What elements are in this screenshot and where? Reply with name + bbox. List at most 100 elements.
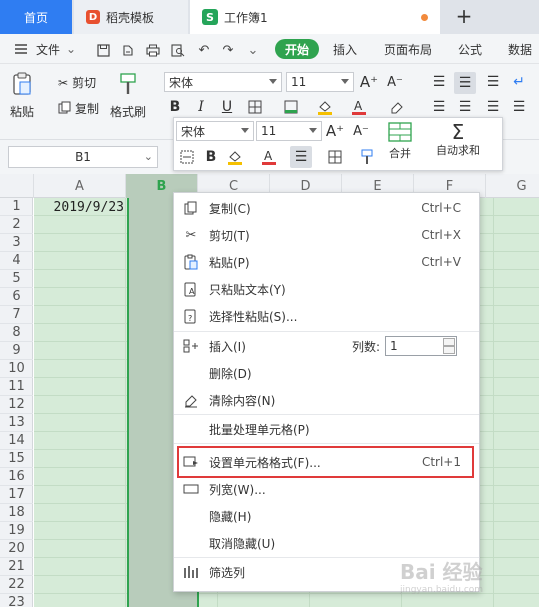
ctx-paste-special[interactable]: ? 选择性粘贴(S)... <box>174 303 479 329</box>
column-header-a[interactable]: A <box>34 174 126 198</box>
spin-down-icon[interactable] <box>443 346 455 354</box>
row-header[interactable]: 23 <box>0 594 33 607</box>
column-header-g[interactable]: G <box>486 174 539 198</box>
paste-icon <box>11 72 33 99</box>
ctx-copy[interactable]: 复制(C) Ctrl+C <box>174 195 479 221</box>
row-header[interactable]: 5 <box>0 270 33 288</box>
spin-up-icon[interactable] <box>443 338 455 346</box>
fill-color-icon[interactable] <box>226 148 244 166</box>
mini-font-family-select[interactable]: 宋体 <box>176 121 254 141</box>
ctx-column-width[interactable]: 列宽(W)... <box>174 476 479 502</box>
undo-icon[interactable]: ↶ <box>197 43 211 58</box>
align-middle-icon[interactable]: ☰ <box>454 72 476 94</box>
italic-button[interactable]: I <box>192 98 210 116</box>
menu-tab-formulas[interactable]: 公式 <box>458 39 482 59</box>
hamburger-menu-icon[interactable] <box>14 39 28 59</box>
row-header[interactable]: 16 <box>0 468 33 486</box>
new-tab-button[interactable]: + <box>452 4 476 28</box>
ctx-delete[interactable]: 删除(D) <box>174 360 479 386</box>
row-header[interactable]: 15 <box>0 450 33 468</box>
export-icon[interactable] <box>120 43 134 57</box>
borders-icon[interactable] <box>326 148 344 166</box>
print-icon[interactable] <box>146 43 160 57</box>
justify-icon[interactable]: ☰ <box>510 98 528 116</box>
copy-button[interactable]: 复制 <box>58 100 99 117</box>
columns-count-input[interactable]: 1 <box>385 336 457 356</box>
wrap-text-icon[interactable]: ↵ <box>510 73 528 91</box>
mini-toolbar: 宋体 11 A⁺ A⁻ B A ☰ 合并 Σ 自动求和 <box>173 117 503 171</box>
name-box[interactable]: B1 ⌄ <box>8 146 158 168</box>
row-header[interactable]: 14 <box>0 432 33 450</box>
align-middle-icon[interactable]: ☰ <box>290 146 312 168</box>
underline-button[interactable]: U <box>218 98 236 116</box>
tab-docer-templates[interactable]: D 稻壳模板 <box>74 0 188 34</box>
save-icon[interactable] <box>96 43 110 57</box>
ctx-paste[interactable]: 粘贴(P) Ctrl+V <box>174 249 479 275</box>
increase-font-icon[interactable]: A⁺ <box>360 73 378 91</box>
row-header[interactable]: 6 <box>0 288 33 306</box>
row-header[interactable]: 9 <box>0 342 33 360</box>
increase-font-icon[interactable]: A⁺ <box>326 122 344 140</box>
align-bottom-icon[interactable]: ☰ <box>484 73 502 91</box>
borders-icon[interactable] <box>246 98 264 116</box>
cell-a1[interactable]: 2019/9/23 <box>34 198 126 216</box>
row-header[interactable]: 3 <box>0 234 33 252</box>
tab-workbook[interactable]: S 工作簿1 <box>190 0 440 34</box>
ctx-clear-contents[interactable]: 清除内容(N) <box>174 387 479 413</box>
redo-icon[interactable]: ↷ <box>221 43 235 58</box>
clear-format-icon[interactable] <box>388 98 406 116</box>
menu-tab-insert[interactable]: 插入 <box>333 39 357 59</box>
bold-button[interactable]: B <box>166 98 184 116</box>
cut-button[interactable]: ✂ 剪切 <box>58 74 96 91</box>
fill-color-icon[interactable] <box>316 98 334 116</box>
autosum-button[interactable]: Σ 自动求和 <box>436 122 480 158</box>
row-header[interactable]: 2 <box>0 216 33 234</box>
print-preview-icon[interactable] <box>171 43 185 57</box>
decrease-font-icon[interactable]: A⁻ <box>352 122 370 140</box>
font-family-select[interactable]: 宋体 <box>164 72 282 92</box>
row-header[interactable]: 17 <box>0 486 33 504</box>
menu-tab-home[interactable]: 开始 <box>275 39 319 59</box>
mini-bold-button[interactable]: B <box>202 148 220 166</box>
file-menu[interactable]: 文件 ⌄ <box>36 39 76 59</box>
row-header[interactable]: 18 <box>0 504 33 522</box>
cell-style-icon[interactable] <box>282 98 300 116</box>
select-all-corner[interactable] <box>0 174 34 198</box>
ctx-hide[interactable]: 隐藏(H) <box>174 503 479 529</box>
row-header[interactable]: 10 <box>0 360 33 378</box>
ctx-paste-text-only[interactable]: A 只粘贴文本(Y) <box>174 276 479 302</box>
menu-tab-data[interactable]: 数据 <box>508 39 532 59</box>
ctx-batch-process[interactable]: 批量处理单元格(P) <box>174 416 479 442</box>
align-center-icon[interactable]: ☰ <box>456 98 474 116</box>
row-header[interactable]: 1 <box>0 198 33 216</box>
row-header[interactable]: 20 <box>0 540 33 558</box>
font-size-select[interactable]: 11 <box>286 72 354 92</box>
tab-home[interactable]: 首页 <box>0 0 72 34</box>
align-top-icon[interactable]: ☰ <box>430 73 448 91</box>
row-header[interactable]: 19 <box>0 522 33 540</box>
menu-tab-page-layout[interactable]: 页面布局 <box>384 39 432 59</box>
ctx-cut[interactable]: ✂ 剪切(T) Ctrl+X <box>174 222 479 248</box>
format-painter-icon[interactable] <box>358 148 376 166</box>
align-left-icon[interactable]: ☰ <box>430 98 448 116</box>
row-header[interactable]: 4 <box>0 252 33 270</box>
row-header[interactable]: 22 <box>0 576 33 594</box>
row-header[interactable]: 21 <box>0 558 33 576</box>
merge-button[interactable]: 合并 <box>388 122 412 161</box>
decrease-font-icon[interactable]: A⁻ <box>386 73 404 91</box>
mini-font-size-select[interactable]: 11 <box>256 121 322 141</box>
row-header[interactable]: 13 <box>0 414 33 432</box>
align-right-icon[interactable]: ☰ <box>484 98 502 116</box>
row-header[interactable]: 7 <box>0 306 33 324</box>
chevron-down-icon[interactable]: ⌄ <box>246 43 260 58</box>
ctx-paste-label: 粘贴(P) <box>209 255 250 270</box>
font-color-icon[interactable]: A <box>350 98 368 116</box>
paste-button[interactable]: 粘贴 <box>10 72 34 120</box>
row-header[interactable]: 11 <box>0 378 33 396</box>
font-color-icon[interactable]: A <box>260 148 278 166</box>
ctx-unhide[interactable]: 取消隐藏(U) <box>174 530 479 556</box>
align-icon[interactable] <box>178 148 196 166</box>
row-header[interactable]: 8 <box>0 324 33 342</box>
row-header[interactable]: 12 <box>0 396 33 414</box>
format-painter-button[interactable]: 格式刷 <box>110 72 146 120</box>
